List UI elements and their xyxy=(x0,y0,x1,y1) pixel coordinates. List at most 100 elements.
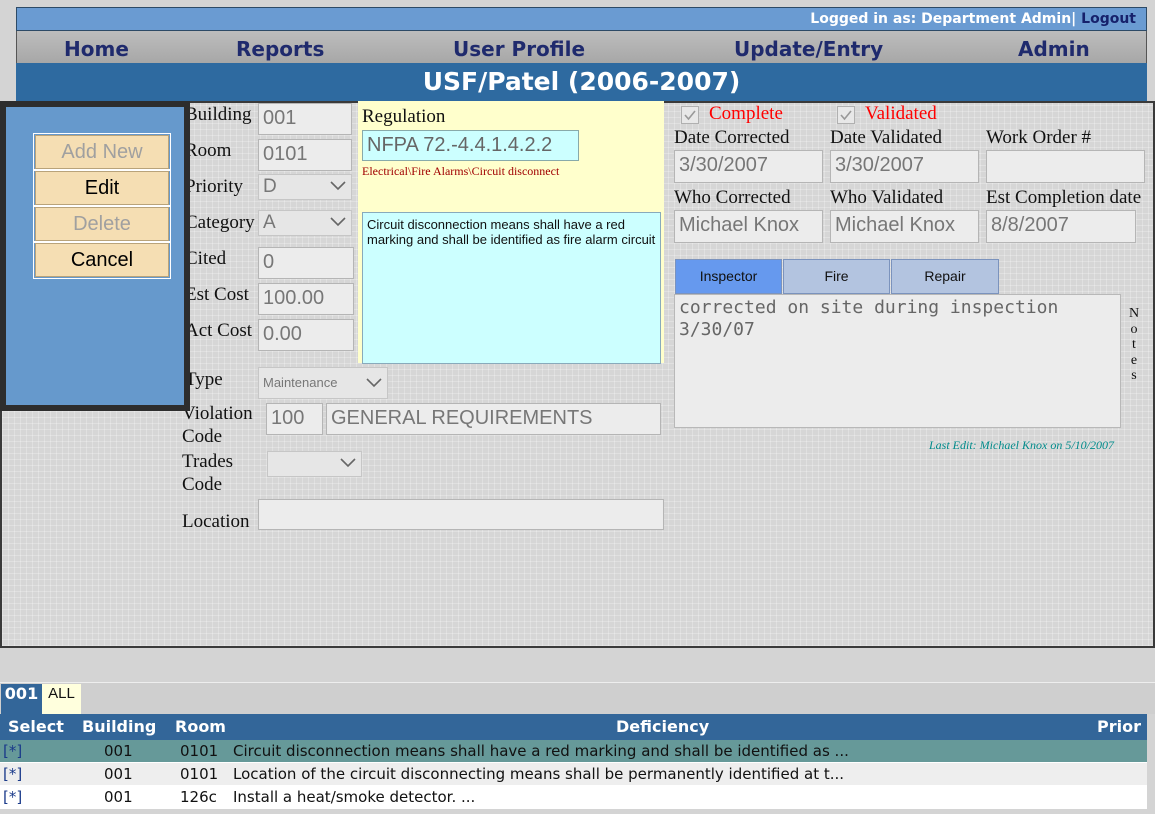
subtab-all[interactable]: ALL xyxy=(42,684,81,714)
row-deficiency: Install a heat/smoke detector. ... xyxy=(233,788,476,806)
date-validated-label: Date Validated xyxy=(830,127,943,148)
priority-label: Priority xyxy=(185,176,244,197)
date-corrected-field[interactable]: 3/30/2007 xyxy=(674,150,823,183)
col-building[interactable]: Building xyxy=(82,717,156,736)
table-header: Select Building Room Deficiency Prior xyxy=(0,714,1147,740)
est-completion-label: Est Completion date xyxy=(986,187,1142,208)
row-select-link[interactable]: [*] xyxy=(3,742,22,760)
table-row[interactable]: [*] 001 126c Install a heat/smoke detect… xyxy=(0,786,1147,809)
notes-letter: s xyxy=(1131,368,1137,383)
who-validated-field[interactable]: Michael Knox xyxy=(830,210,979,243)
building-field[interactable]: 001 xyxy=(258,103,352,135)
category-select[interactable]: A xyxy=(258,210,352,236)
col-select[interactable]: Select xyxy=(8,717,64,736)
est-completion-field[interactable]: 8/8/2007 xyxy=(986,210,1136,243)
complete-checkbox[interactable] xyxy=(681,106,699,124)
location-field[interactable] xyxy=(258,499,664,530)
type-label: Type xyxy=(185,369,223,390)
notes-letter: N xyxy=(1128,306,1140,321)
violation-label-2: Code xyxy=(182,426,223,447)
who-validated-label: Who Validated xyxy=(830,187,944,208)
row-room: 126c xyxy=(180,788,217,806)
trades-label-1: Trades xyxy=(182,451,234,472)
last-edit-text: Last Edit: Michael Knox on 5/10/2007 xyxy=(929,438,1114,452)
top-bar: Logged in as: Department Admin| Logout xyxy=(16,7,1147,31)
est-cost-label: Est Cost xyxy=(185,284,249,305)
notes-letter: t xyxy=(1132,337,1136,352)
row-room: 0101 xyxy=(180,742,219,760)
priority-select[interactable]: D xyxy=(258,174,352,200)
violation-label-1: Violation xyxy=(182,403,253,424)
regulation-path: Electrical\Fire Alarms\Circuit disconnec… xyxy=(362,164,560,178)
title-bar: USF/Patel (2006-2007) xyxy=(16,63,1147,101)
work-order-label: Work Order # xyxy=(986,127,1092,148)
regulation-code-field[interactable]: NFPA 72.-4.4.1.4.2.2 xyxy=(362,130,579,161)
notes-letter: e xyxy=(1130,352,1138,368)
delete-button[interactable]: Delete xyxy=(33,205,171,243)
nav-update-entry[interactable]: Update/Entry xyxy=(734,37,883,61)
who-corrected-label: Who Corrected xyxy=(674,187,791,208)
checkmark-icon xyxy=(840,110,852,121)
violation-code-field[interactable]: 100 xyxy=(266,403,323,435)
complete-label: Complete xyxy=(709,103,783,124)
edit-button[interactable]: Edit xyxy=(33,169,171,207)
act-cost-label: Act Cost xyxy=(185,320,253,341)
add-new-button[interactable]: Add New xyxy=(33,133,171,171)
nav-user-profile[interactable]: User Profile xyxy=(453,37,585,61)
building-filter-tabs: 001 ALL xyxy=(0,682,1155,714)
date-validated-field[interactable]: 3/30/2007 xyxy=(830,150,979,183)
main-nav: Home Reports User Profile Update/Entry A… xyxy=(16,31,1147,63)
col-prior[interactable]: Prior xyxy=(1097,717,1141,736)
col-room[interactable]: Room xyxy=(175,717,226,736)
login-status: Logged in as: Department Admin| Logout xyxy=(810,11,1136,27)
nav-reports[interactable]: Reports xyxy=(236,37,324,61)
notes-textarea[interactable]: corrected on site during inspection 3/30… xyxy=(674,294,1121,428)
category-value: A xyxy=(263,212,276,233)
col-deficiency[interactable]: Deficiency xyxy=(616,717,709,736)
row-select-link[interactable]: [*] xyxy=(3,765,22,783)
row-select-link[interactable]: [*] xyxy=(3,788,22,806)
room-label: Room xyxy=(185,140,232,161)
regulation-label: Regulation xyxy=(362,106,446,127)
work-order-field[interactable] xyxy=(986,150,1145,183)
violation-description-field[interactable]: GENERAL REQUIREMENTS xyxy=(326,403,661,435)
cancel-button[interactable]: Cancel xyxy=(33,241,171,279)
subtab-001[interactable]: 001 xyxy=(1,684,42,714)
row-building: 001 xyxy=(104,765,133,783)
cited-label: Cited xyxy=(185,248,227,269)
type-value: Maintenance xyxy=(263,375,338,390)
chevron-down-icon xyxy=(330,181,346,191)
validated-checkbox[interactable] xyxy=(837,106,855,124)
table-row[interactable]: [*] 001 0101 Location of the circuit dis… xyxy=(0,763,1147,786)
nav-admin[interactable]: Admin xyxy=(1018,37,1090,61)
action-panel: Add New Edit Delete Cancel xyxy=(0,101,190,411)
type-select[interactable]: Maintenance xyxy=(258,367,388,399)
cited-field[interactable]: 0 xyxy=(258,247,354,279)
category-label: Category xyxy=(185,212,255,233)
room-field[interactable]: 0101 xyxy=(258,139,352,171)
trades-code-select[interactable] xyxy=(267,451,362,477)
page-title: USF/Patel (2006-2007) xyxy=(422,67,741,96)
notes-letter: o xyxy=(1130,321,1138,337)
checkmark-icon xyxy=(684,110,696,121)
logout-link[interactable]: Logout xyxy=(1081,11,1136,27)
row-building: 001 xyxy=(104,788,133,806)
logged-in-text: Logged in as: Department Admin| xyxy=(810,11,1077,27)
est-cost-field[interactable]: 100.00 xyxy=(258,283,354,315)
regulation-text[interactable]: Circuit disconnection means shall have a… xyxy=(362,212,661,364)
table-row[interactable]: [*] 001 0101 Circuit disconnection means… xyxy=(0,740,1147,763)
row-deficiency: Location of the circuit disconnecting me… xyxy=(233,765,845,783)
row-room: 0101 xyxy=(180,765,219,783)
tab-fire[interactable]: Fire xyxy=(783,259,890,294)
location-label: Location xyxy=(182,511,250,532)
act-cost-field[interactable]: 0.00 xyxy=(258,319,354,351)
nav-home[interactable]: Home xyxy=(64,37,129,61)
date-corrected-label: Date Corrected xyxy=(674,127,790,148)
tab-inspector[interactable]: Inspector xyxy=(675,259,782,294)
row-building: 001 xyxy=(104,742,133,760)
who-corrected-field[interactable]: Michael Knox xyxy=(674,210,823,243)
row-deficiency: Circuit disconnection means shall have a… xyxy=(233,742,849,760)
notes-side-label: N o t e s xyxy=(1128,306,1140,384)
tab-repair[interactable]: Repair xyxy=(891,259,999,294)
priority-value: D xyxy=(263,176,277,197)
